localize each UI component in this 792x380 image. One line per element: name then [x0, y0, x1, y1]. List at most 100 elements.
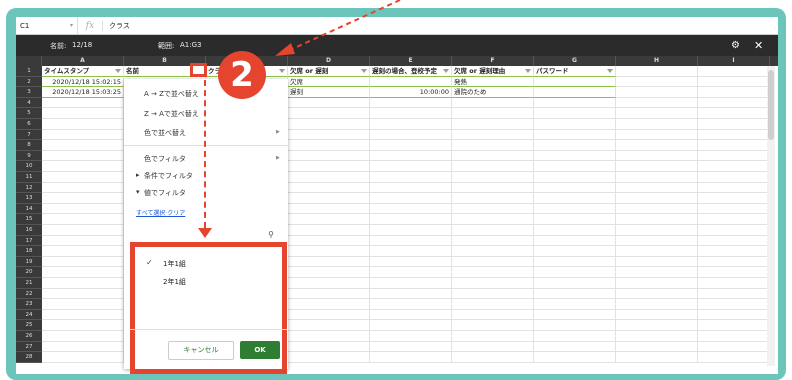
- table-cell[interactable]: [698, 76, 770, 88]
- table-cell[interactable]: [288, 182, 370, 194]
- table-cell[interactable]: [698, 352, 770, 363]
- table-cell[interactable]: [616, 246, 698, 257]
- table-cell[interactable]: [698, 246, 770, 257]
- table-cell[interactable]: [370, 235, 452, 247]
- table-cell[interactable]: [534, 341, 616, 353]
- table-cell[interactable]: [616, 150, 698, 162]
- table-cell[interactable]: [698, 182, 770, 194]
- table-cell[interactable]: [698, 256, 770, 268]
- table-cell[interactable]: [534, 97, 616, 109]
- table-cell[interactable]: [616, 97, 698, 109]
- table-cell[interactable]: [370, 341, 452, 353]
- row-header[interactable]: 16: [16, 225, 42, 236]
- table-cell[interactable]: [616, 87, 698, 98]
- table-cell[interactable]: 欠席: [288, 76, 370, 88]
- table-cell[interactable]: [370, 246, 452, 257]
- table-cell[interactable]: [370, 76, 452, 88]
- table-cell[interactable]: [534, 172, 616, 183]
- table-cell[interactable]: [616, 140, 698, 151]
- table-cell[interactable]: [42, 331, 124, 342]
- table-cell[interactable]: [698, 288, 770, 300]
- column-header[interactable]: A: [42, 56, 124, 66]
- table-cell[interactable]: [616, 352, 698, 363]
- row-header[interactable]: 3: [16, 87, 42, 98]
- table-cell[interactable]: [698, 108, 770, 119]
- filter-range-value[interactable]: A1:G3: [180, 41, 201, 49]
- row-header[interactable]: 7: [16, 129, 42, 141]
- row-header[interactable]: 14: [16, 203, 42, 215]
- gear-icon[interactable]: ⚙: [731, 40, 740, 51]
- table-cell[interactable]: [698, 140, 770, 151]
- table-cell[interactable]: [42, 129, 124, 141]
- table-cell[interactable]: [616, 214, 698, 225]
- column-header[interactable]: I: [698, 56, 770, 66]
- table-cell[interactable]: [288, 119, 370, 130]
- table-cell[interactable]: [534, 331, 616, 342]
- select-all-corner[interactable]: [16, 56, 42, 66]
- table-cell[interactable]: [534, 140, 616, 151]
- table-cell[interactable]: [42, 299, 124, 310]
- header-cell[interactable]: [698, 66, 770, 77]
- table-cell[interactable]: [42, 246, 124, 257]
- table-cell[interactable]: [698, 119, 770, 130]
- column-header[interactable]: G: [534, 56, 616, 66]
- row-header[interactable]: 26: [16, 331, 42, 342]
- table-cell[interactable]: 2020/12/18 15:03:25: [42, 87, 124, 98]
- table-cell[interactable]: [452, 352, 534, 363]
- table-cell[interactable]: [452, 309, 534, 321]
- table-cell[interactable]: [452, 246, 534, 257]
- close-icon[interactable]: ✕: [754, 39, 763, 52]
- row-header[interactable]: 17: [16, 235, 42, 247]
- table-cell[interactable]: [452, 288, 534, 300]
- table-cell[interactable]: [616, 161, 698, 172]
- row-header[interactable]: 1: [16, 66, 42, 77]
- table-cell[interactable]: [42, 161, 124, 172]
- table-cell[interactable]: [42, 267, 124, 278]
- table-cell[interactable]: [452, 140, 534, 151]
- table-cell[interactable]: [452, 119, 534, 130]
- row-header[interactable]: 8: [16, 140, 42, 151]
- table-cell[interactable]: [534, 129, 616, 141]
- table-cell[interactable]: [534, 267, 616, 278]
- table-cell[interactable]: [698, 87, 770, 98]
- table-cell[interactable]: [370, 172, 452, 183]
- table-cell[interactable]: [534, 278, 616, 289]
- table-cell[interactable]: [370, 225, 452, 236]
- header-cell[interactable]: パスワード: [534, 66, 616, 77]
- row-header[interactable]: 19: [16, 256, 42, 268]
- table-cell[interactable]: [370, 214, 452, 225]
- clear-link[interactable]: クリア: [167, 210, 185, 217]
- table-cell[interactable]: 発熱: [452, 76, 534, 88]
- table-cell[interactable]: [452, 225, 534, 236]
- filter-name-value[interactable]: 12/18: [72, 41, 92, 49]
- table-cell[interactable]: [698, 299, 770, 310]
- header-cell[interactable]: [616, 66, 698, 77]
- table-cell[interactable]: [288, 140, 370, 151]
- table-cell[interactable]: [288, 341, 370, 353]
- menu-sort-az[interactable]: A → Zで並べ替え: [144, 89, 199, 99]
- table-cell[interactable]: [534, 150, 616, 162]
- table-cell[interactable]: [534, 119, 616, 130]
- menu-filter-color[interactable]: 色でフィルタ: [144, 154, 186, 164]
- table-cell[interactable]: [616, 267, 698, 278]
- table-cell[interactable]: [534, 299, 616, 310]
- option-1nen1kumi[interactable]: 1年1組: [163, 259, 186, 269]
- table-cell[interactable]: [698, 331, 770, 342]
- table-cell[interactable]: [288, 214, 370, 225]
- table-cell[interactable]: [616, 108, 698, 119]
- table-cell[interactable]: [42, 140, 124, 151]
- table-cell[interactable]: [42, 214, 124, 225]
- table-cell[interactable]: [616, 182, 698, 194]
- scrollbar-thumb[interactable]: [768, 70, 774, 140]
- table-cell[interactable]: [534, 203, 616, 215]
- table-cell[interactable]: [370, 203, 452, 215]
- table-cell[interactable]: [698, 97, 770, 109]
- filter-icon[interactable]: [607, 69, 613, 73]
- column-header[interactable]: F: [452, 56, 534, 66]
- filter-icon[interactable]: [525, 69, 531, 73]
- table-cell[interactable]: [616, 331, 698, 342]
- table-cell[interactable]: [616, 299, 698, 310]
- row-header[interactable]: 21: [16, 278, 42, 289]
- table-cell[interactable]: [42, 341, 124, 353]
- table-cell[interactable]: 2020/12/18 15:02:15: [42, 76, 124, 88]
